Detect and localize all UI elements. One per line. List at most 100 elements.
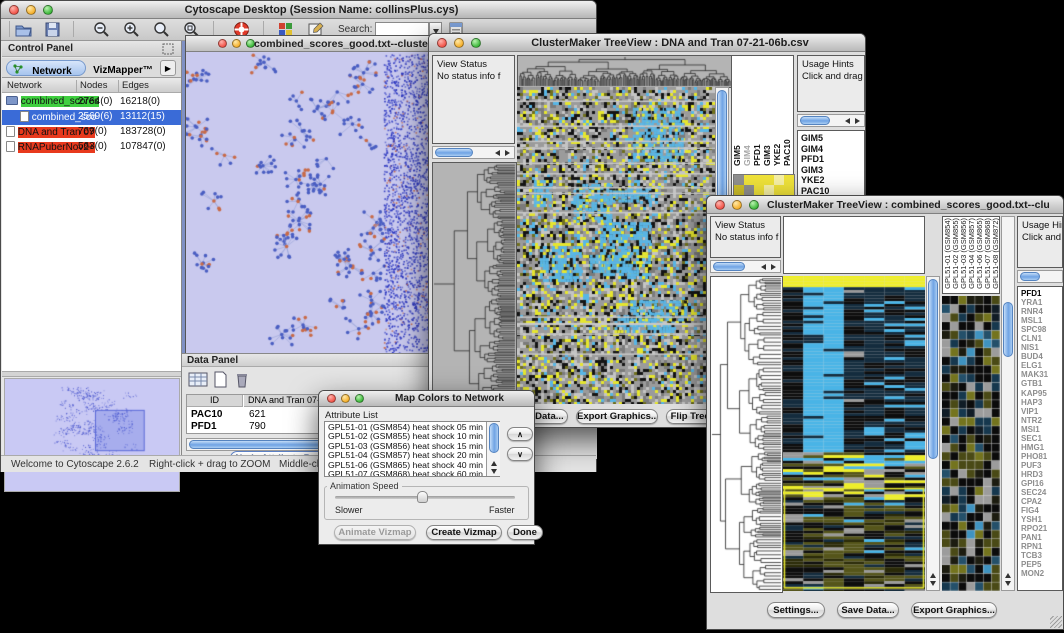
new-attribute-icon[interactable]	[212, 371, 228, 388]
zoom-button[interactable]	[749, 200, 759, 210]
tv1-status-hscrollbar[interactable]	[432, 146, 515, 159]
tv1-gene-dendrogram[interactable]	[432, 162, 517, 406]
attribute-list[interactable]: GPL51-01 (GSM854) heat shock 05 minGPL51…	[324, 421, 500, 477]
tv2-gene-label[interactable]: MSL1	[1018, 316, 1062, 325]
tv2-gene-label[interactable]: NIS1	[1018, 343, 1062, 352]
close-button[interactable]	[715, 200, 725, 210]
tv2-zoom-vscrollbar[interactable]	[1001, 216, 1015, 591]
minimize-button[interactable]	[232, 39, 241, 48]
save-icon[interactable]	[44, 21, 61, 38]
tv2-gene-label[interactable]: RPO21	[1018, 524, 1062, 533]
tv2-gene-label[interactable]: PAN1	[1018, 533, 1062, 542]
tv1-array-label[interactable]: YKE2	[773, 58, 782, 166]
tv2-gene-label[interactable]: CPA2	[1018, 497, 1062, 506]
tv2-gene-label[interactable]: SEC24	[1018, 488, 1062, 497]
tv1-array-dendrogram[interactable]	[517, 55, 733, 88]
treeview-combined-window[interactable]: ClusterMaker TreeView : combined_scores_…	[706, 195, 1064, 630]
overview-splitter[interactable]	[2, 371, 181, 377]
speed-slider-thumb[interactable]	[417, 491, 428, 503]
create-vizmap-button[interactable]: Create Vizmap	[426, 525, 502, 540]
network-row-combined-sco-selected[interactable]: combined_sco 2569(6) 13112(15)	[2, 110, 181, 125]
zoom-button[interactable]	[43, 5, 53, 15]
tv2-gene-label[interactable]: MON2	[1018, 569, 1062, 578]
network-row-combined-scores[interactable]: combined_scores 2764(0) 16218(0)	[2, 95, 181, 110]
zoom-in-icon[interactable]	[123, 21, 140, 38]
done-button[interactable]: Done	[507, 525, 543, 540]
attribute-grid-icon[interactable]	[188, 371, 208, 388]
network-frame-title-bar[interactable]: combined_scores_good.txt--cluste...	[186, 36, 446, 52]
tv2-gene-label[interactable]: MSI1	[1018, 425, 1062, 434]
tv1-array-label[interactable]: PFD1	[753, 58, 762, 166]
float-panel-icon[interactable]	[162, 43, 174, 55]
tv1-gene-label[interactable]: GIM5	[798, 133, 864, 144]
minimize-button[interactable]	[732, 200, 742, 210]
zoom-button[interactable]	[471, 38, 481, 48]
tab-overflow-button[interactable]: ▶	[160, 60, 176, 76]
open-folder-icon[interactable]	[15, 21, 32, 38]
close-button[interactable]	[218, 39, 227, 48]
tv2-gene-label[interactable]: PEP5	[1018, 560, 1062, 569]
tv2-gene-label[interactable]: BUD4	[1018, 352, 1062, 361]
tv2-gene-label[interactable]: YRA1	[1018, 298, 1062, 307]
tv1-array-label[interactable]: GIM5	[733, 58, 742, 166]
tv2-gene-label[interactable]: SEC1	[1018, 434, 1062, 443]
tv2-gene-label[interactable]: CLN1	[1018, 334, 1062, 343]
zoom-button[interactable]	[355, 394, 364, 403]
tv2-usage-hscrollbar[interactable]	[1017, 270, 1063, 283]
minimize-button[interactable]	[341, 394, 350, 403]
tv2-zoom-heatmap[interactable]	[942, 296, 1000, 591]
tv2-gene-label[interactable]: GTB1	[1018, 379, 1062, 388]
minimize-button[interactable]	[454, 38, 464, 48]
resize-grip[interactable]	[1050, 616, 1062, 628]
tv1-array-label[interactable]: PAC10	[783, 58, 792, 166]
tv1-global-heatmap[interactable]	[517, 87, 715, 404]
tv2-global-heatmap[interactable]	[783, 276, 925, 591]
tv2-gene-label[interactable]: HMG1	[1018, 443, 1062, 452]
tab-network[interactable]: Network	[6, 60, 86, 76]
network-graph-canvas[interactable]	[186, 52, 446, 360]
tv1-usage-hscrollbar[interactable]	[797, 114, 865, 127]
attribute-list-item[interactable]: GPL51-07 (GSM868) heat shock 60 min	[325, 470, 499, 477]
tv2-gene-label[interactable]: ELG1	[1018, 361, 1062, 370]
tv2-gene-dendrogram[interactable]	[710, 276, 783, 593]
tv1-gene-label[interactable]: YKE2	[798, 175, 864, 186]
tv2-gene-label[interactable]: NTR2	[1018, 416, 1062, 425]
close-button[interactable]	[327, 394, 336, 403]
map-colors-dialog[interactable]: Map Colors to Network Attribute List GPL…	[318, 390, 535, 545]
tv2-settings-button[interactable]: Settings...	[767, 602, 825, 618]
tv2-gene-label[interactable]: MAK31	[1018, 370, 1062, 379]
network-view-frame[interactable]: combined_scores_good.txt--cluste...	[185, 35, 447, 361]
main-title-bar[interactable]: Cytoscape Desktop (Session Name: collins…	[1, 1, 596, 19]
tv2-gene-label[interactable]: HAP3	[1018, 398, 1062, 407]
tv2-gene-label[interactable]: PUF3	[1018, 461, 1062, 470]
tv2-gene-label[interactable]: PFD1	[1018, 289, 1062, 298]
tv2-heatmap-vscrollbar[interactable]	[926, 276, 940, 591]
tv2-gene-label[interactable]: KAP95	[1018, 389, 1062, 398]
close-button[interactable]	[437, 38, 447, 48]
tv2-title-bar[interactable]: ClusterMaker TreeView : combined_scores_…	[707, 196, 1063, 214]
dialog-title-bar[interactable]: Map Colors to Network	[319, 391, 534, 407]
zoom-out-icon[interactable]	[93, 21, 110, 38]
tv1-gene-label[interactable]: PFD1	[798, 154, 864, 165]
tv2-gene-label[interactable]: PHO81	[1018, 452, 1062, 461]
zoom-fit-icon[interactable]	[153, 21, 170, 38]
network-row-rnapubernov[interactable]: RNAPuberNov2+ 563(0) 107847(0)	[2, 140, 181, 155]
move-up-button[interactable]: ∧	[507, 427, 533, 441]
tv2-gene-label[interactable]: GPI16	[1018, 479, 1062, 488]
tv1-export-graphics-button[interactable]: Export Graphics...	[576, 409, 658, 424]
tv2-save-data-button[interactable]: Save Data...	[837, 602, 899, 618]
tv1-title-bar[interactable]: ClusterMaker TreeView : DNA and Tran 07-…	[429, 34, 865, 52]
tv2-status-hscrollbar[interactable]	[710, 260, 781, 273]
close-button[interactable]	[9, 5, 19, 15]
tv2-gene-label[interactable]: YSH1	[1018, 515, 1062, 524]
tv1-gene-label[interactable]: GIM4	[798, 144, 864, 155]
tv2-gene-label[interactable]: VIP1	[1018, 407, 1062, 416]
tv2-gene-label[interactable]: RNR4	[1018, 307, 1062, 316]
attribute-list-vscrollbar[interactable]	[486, 422, 500, 476]
network-overview-canvas[interactable]	[4, 378, 180, 492]
network-row-dna-tran[interactable]: DNA and Tran 07 769(0) 183728(0)	[2, 125, 181, 140]
tv2-export-graphics-button[interactable]: Export Graphics...	[911, 602, 997, 618]
tv2-array-label[interactable]: GPL51-08 (GSM872)	[992, 218, 1000, 289]
tv1-array-label[interactable]: GIM4	[743, 58, 752, 166]
animate-vizmap-button[interactable]: Animate Vizmap	[334, 525, 416, 540]
